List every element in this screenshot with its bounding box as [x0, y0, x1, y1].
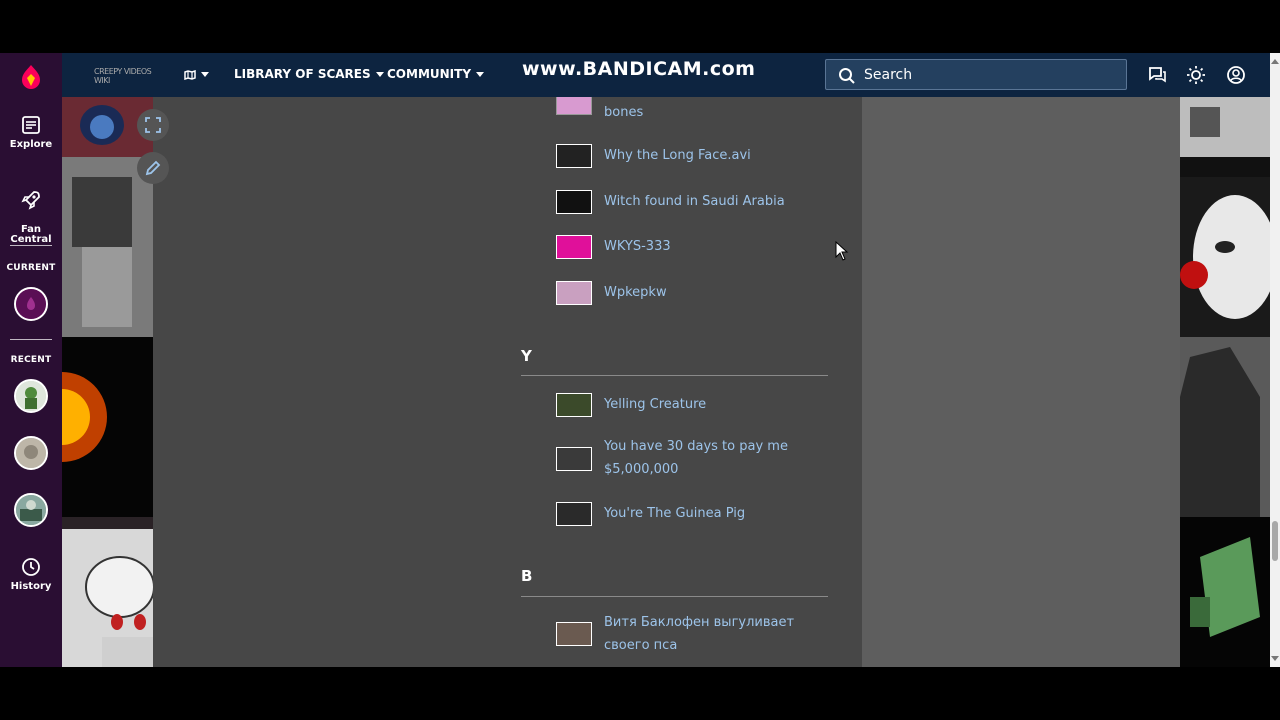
wiki-wordmark[interactable]: CREEPY VIDEOS WIKI: [94, 67, 158, 85]
community-label: COMMUNITY: [387, 67, 472, 81]
entry-title[interactable]: You're The Guinea Pig: [604, 502, 834, 525]
entry-title[interactable]: You have 30 days to pay me $5,000,000: [604, 435, 834, 481]
entry-title[interactable]: Витя Баклофен выгуливает своего пса: [604, 611, 834, 657]
section-divider: [521, 375, 828, 376]
entry-thumbnail: [556, 447, 592, 471]
recent-wiki-image: [16, 438, 46, 468]
section-letter-y: Y: [521, 347, 532, 365]
entry-title[interactable]: Wpkepkw: [604, 281, 834, 304]
fan-central-label: Fan Central: [10, 224, 52, 245]
right-rail: [862, 97, 1180, 667]
scrollbar-thumb[interactable]: [1272, 521, 1278, 561]
entry-thumbnail: [556, 281, 592, 305]
section-letter-ve: В: [521, 567, 533, 585]
entry-thumbnail: [556, 190, 592, 214]
history-nav[interactable]: History: [0, 557, 62, 592]
user-icon[interactable]: [1226, 65, 1246, 85]
explore-nav[interactable]: Explore: [0, 115, 62, 150]
entry-title[interactable]: Witch found in Saudi Arabia: [604, 190, 834, 213]
search-placeholder: Search: [864, 67, 913, 83]
library-menu[interactable]: LIBRARY OF SCARES: [234, 67, 384, 81]
entry-title[interactable]: WKYS-333: [604, 235, 834, 258]
right-background-art: [1180, 97, 1271, 667]
section-divider: [521, 596, 828, 597]
chevron-down-icon: [201, 72, 209, 77]
recent-wiki-image: [16, 495, 46, 525]
entry-thumbnail: [556, 235, 592, 259]
recent-wiki-image: [16, 381, 46, 411]
browser-viewport: Explore Fan Central CURRENT RECENT Histo…: [0, 53, 1280, 667]
scroll-down-icon[interactable]: [1271, 656, 1279, 661]
history-label: History: [10, 581, 52, 592]
recorder-watermark: www.BANDICAM.com: [522, 58, 756, 80]
theme-toggle-icon[interactable]: [1186, 65, 1206, 85]
current-wiki-avatar[interactable]: [14, 287, 48, 321]
recent-wiki-avatar[interactable]: [14, 379, 48, 413]
entry-thumbnail: [556, 97, 592, 115]
rocket-icon: [21, 191, 40, 210]
chevron-down-icon: [375, 72, 384, 77]
explore-menu[interactable]: [184, 67, 209, 81]
search-input[interactable]: Search: [825, 59, 1127, 90]
clock-icon: [22, 558, 40, 576]
entry-thumbnail: [556, 144, 592, 168]
fan-central-nav[interactable]: Fan Central: [0, 179, 62, 245]
recent-heading: RECENT: [10, 355, 52, 365]
background-collage-image: [1180, 97, 1271, 667]
community-header: CREEPY VIDEOS WIKI LIBRARY OF SCARES COM…: [62, 53, 1270, 97]
entry-title[interactable]: Why the Long Face.avi: [604, 144, 834, 167]
article-content: bones Why the Long Face.avi Witch found …: [153, 97, 862, 667]
chevron-down-icon: [476, 72, 485, 77]
entry-title[interactable]: bones: [604, 101, 834, 124]
discussions-icon[interactable]: [1147, 65, 1167, 85]
map-icon: [184, 69, 196, 80]
fandom-logo[interactable]: [17, 63, 45, 91]
search-icon: [839, 68, 855, 84]
entry-title[interactable]: Yelling Creature: [604, 393, 834, 416]
recent-wiki-avatar[interactable]: [14, 493, 48, 527]
current-heading: CURRENT: [6, 263, 56, 273]
wiki-flame-icon: [16, 289, 46, 319]
community-menu[interactable]: COMMUNITY: [387, 67, 485, 81]
recent-wiki-avatar[interactable]: [14, 436, 48, 470]
rail-divider: [10, 245, 52, 246]
scroll-up-icon[interactable]: [1271, 59, 1279, 64]
mouse-pointer-icon: [835, 241, 849, 261]
explore-label: Explore: [9, 139, 53, 150]
rail-divider: [10, 339, 52, 340]
entry-thumbnail: [556, 502, 592, 526]
page-scrollbar[interactable]: [1270, 53, 1280, 667]
library-label: LIBRARY OF SCARES: [234, 67, 371, 81]
explore-icon: [22, 116, 40, 134]
entry-thumbnail: [556, 393, 592, 417]
left-background-art: [62, 97, 153, 667]
global-nav-rail: Explore Fan Central CURRENT RECENT Histo…: [0, 53, 62, 667]
entry-thumbnail: [556, 622, 592, 646]
background-collage-image: [62, 97, 153, 667]
